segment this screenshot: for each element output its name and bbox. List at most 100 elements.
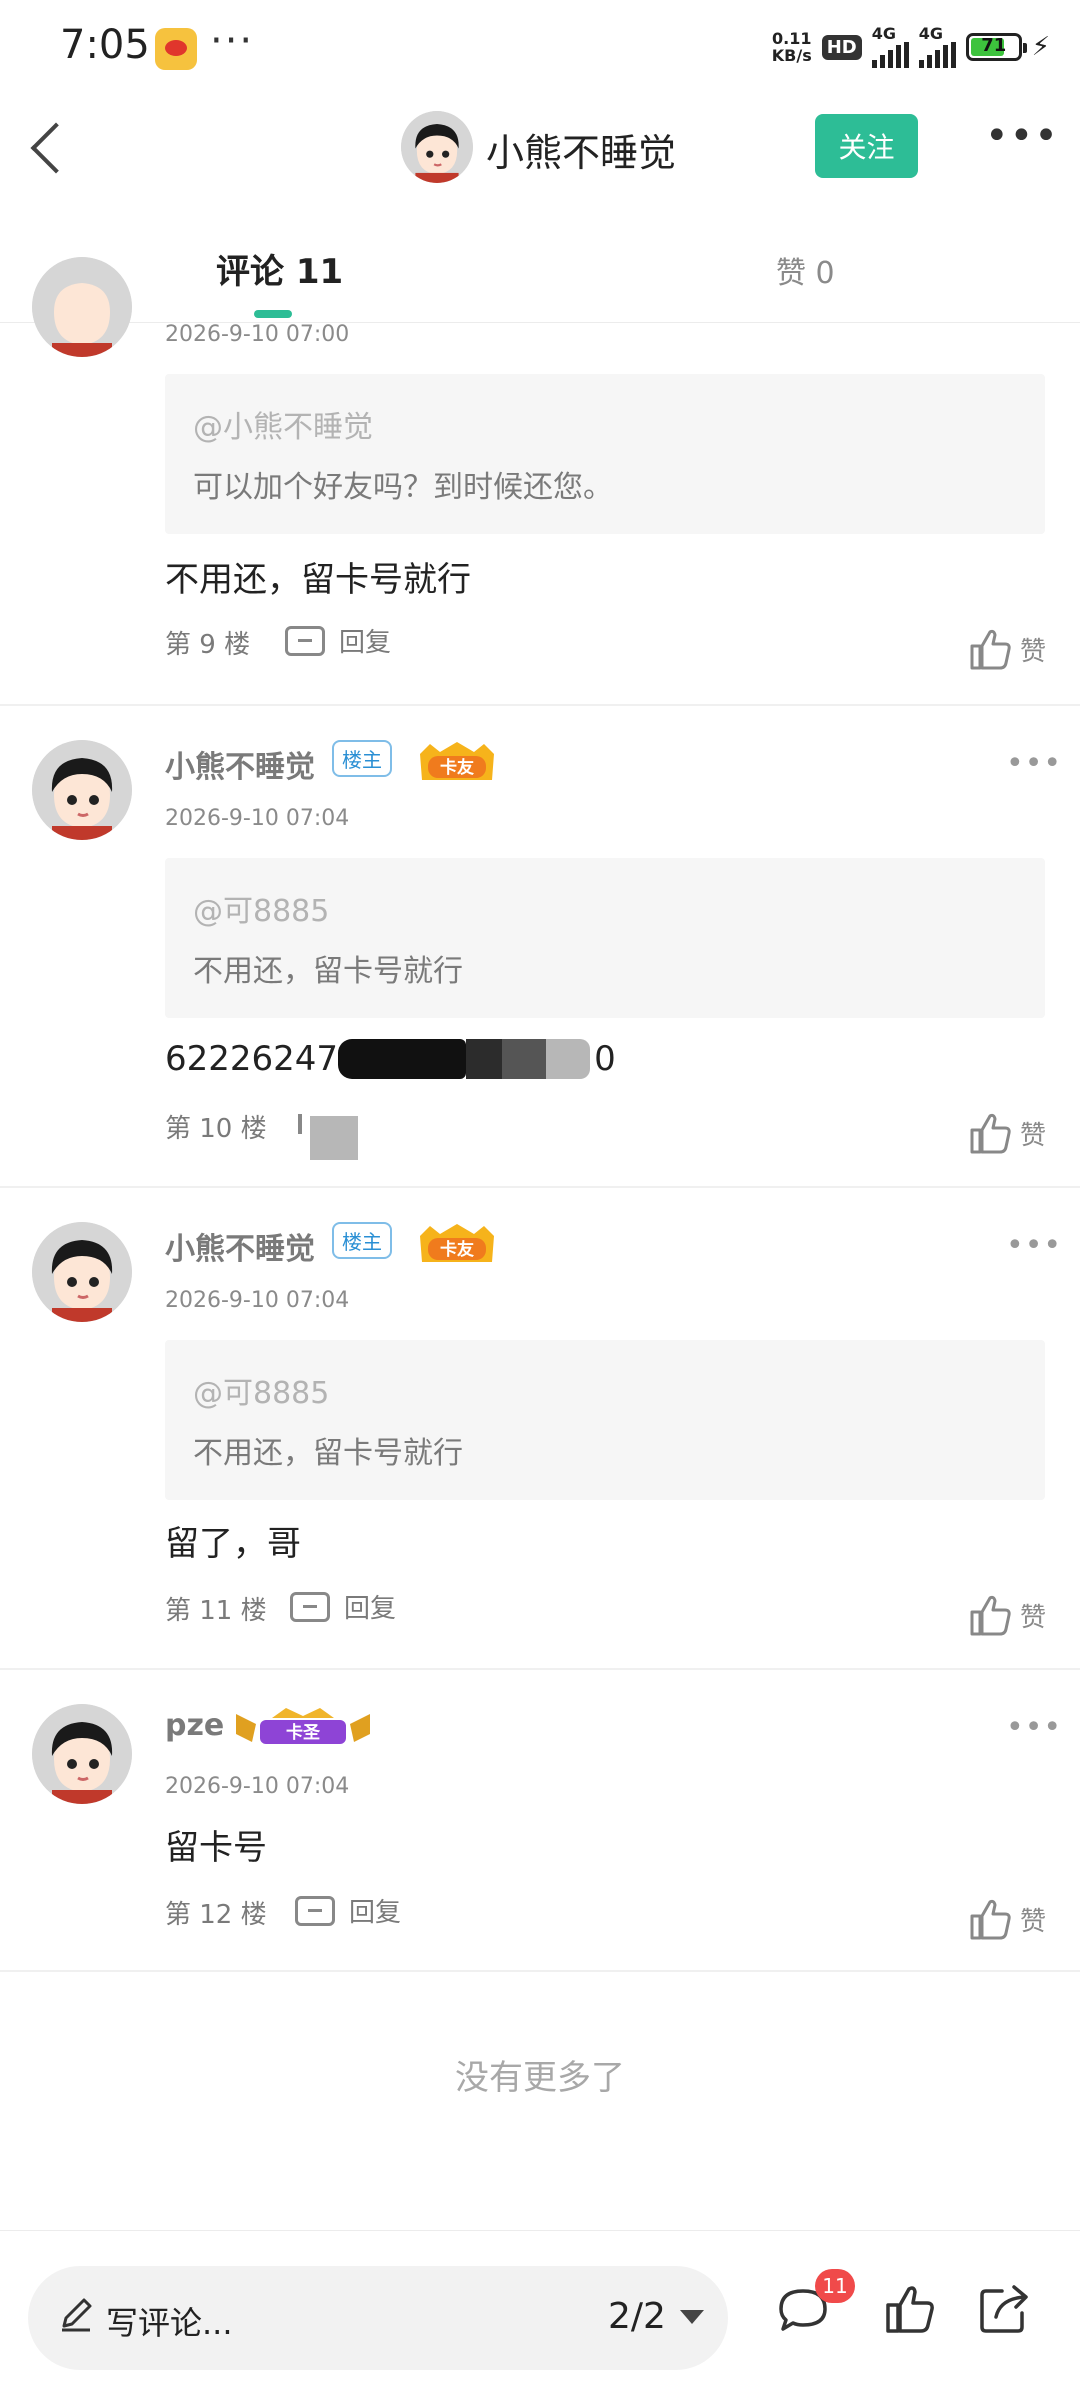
comment-username[interactable]: 小熊不睡觉: [165, 742, 315, 786]
comment-text-start: 62226247: [165, 1039, 339, 1079]
net-speed-unit: KB/s: [771, 46, 812, 65]
tab-bar: 评论 11 赞 0: [0, 232, 1080, 323]
back-arrow-icon[interactable]: [22, 116, 82, 176]
bottom-bar: 写评论... 2/2 11: [0, 2230, 1080, 2401]
header-username[interactable]: 小熊不睡觉: [486, 122, 676, 177]
comment-avatar[interactable]: [32, 257, 132, 357]
reply-label: 回复: [349, 1898, 402, 1928]
quote-mention[interactable]: @可8885: [193, 1368, 329, 1412]
tab-comments[interactable]: 评论 11: [216, 244, 343, 293]
status-bar: 7:05 ··· 0.11 KB/s HD 4G 4G 71 ⚡: [0, 0, 1080, 96]
comment-time: 2026-9-10 07:04: [165, 1774, 350, 1799]
comment-count-badge: 11: [815, 2269, 855, 2303]
reply-label: 回复: [339, 628, 392, 658]
comment-more-icon[interactable]: •••: [1006, 746, 1062, 781]
redacted-block: [298, 1114, 302, 1134]
like-button[interactable]: 赞: [966, 1108, 1046, 1158]
reply-button[interactable]: 回复: [295, 1892, 401, 1929]
reply-icon: [295, 1895, 335, 1926]
net-speed-value: 0.11: [771, 29, 812, 48]
top-nav-bar: 小熊不睡觉 关注 •••: [0, 96, 1080, 196]
comment-input-placeholder: 写评论...: [106, 2304, 233, 2342]
quoted-comment[interactable]: @可8885 不用还，留卡号就行: [165, 858, 1045, 1018]
signal-label: 4G: [871, 24, 896, 43]
svg-text:卡友: 卡友: [440, 1239, 474, 1260]
comment-avatar[interactable]: [32, 1704, 132, 1804]
thumbs-up-icon: [970, 1113, 1011, 1154]
comment-text: 留了，哥: [165, 1524, 301, 1564]
comment-input[interactable]: 写评论... 2/2: [28, 2266, 728, 2370]
host-badge: 楼主: [332, 740, 392, 777]
comment-more-icon[interactable]: •••: [1006, 1710, 1062, 1745]
comment-avatar[interactable]: [32, 740, 132, 840]
quoted-comment[interactable]: @可8885 不用还，留卡号就行: [165, 1340, 1045, 1500]
floor-number: 第 9 楼: [165, 630, 251, 660]
quote-text: 不用还，留卡号就行: [193, 1436, 463, 1471]
comment-time: 2026-9-10 07:04: [165, 806, 350, 831]
redacted-block: [338, 1039, 467, 1079]
share-icon[interactable]: [974, 2279, 1034, 2339]
quote-text: 不用还，留卡号就行: [193, 954, 463, 989]
follow-button[interactable]: 关注: [815, 114, 918, 178]
like-button[interactable]: 赞: [966, 1894, 1046, 1944]
level-badge: 卡友: [414, 740, 500, 784]
level-badge: 卡友: [414, 1222, 500, 1266]
hd-icon: HD: [821, 34, 862, 60]
signal-label-2: 4G: [918, 24, 943, 43]
page-selector[interactable]: 2/2: [608, 2296, 704, 2337]
battery-icon: 71: [965, 33, 1027, 61]
svg-text:卡圣: 卡圣: [286, 1722, 321, 1743]
signal-icon-2: 4G: [918, 24, 956, 68]
quote-mention[interactable]: @小熊不睡觉: [193, 402, 373, 446]
like-label: 赞: [1019, 1906, 1046, 1937]
comment-more-icon[interactable]: •••: [1006, 1228, 1062, 1263]
quote-text: 可以加个好友吗？到时候还您。: [193, 470, 613, 505]
reply-button[interactable]: 回复: [285, 622, 391, 659]
divider: [0, 1970, 1080, 1972]
comment-text-end: 0: [594, 1039, 616, 1079]
no-more-text: 没有更多了: [455, 2058, 625, 2098]
weibo-icon: [155, 28, 197, 70]
comment-avatar[interactable]: [32, 1222, 132, 1322]
header-avatar[interactable]: [401, 111, 473, 183]
like-label: 赞: [1019, 1602, 1046, 1633]
status-indicators: 0.11 KB/s HD 4G 4G 71 ⚡: [772, 26, 1050, 68]
like-label: 赞: [1019, 1120, 1046, 1151]
comment-item: 小熊不睡觉 楼主 卡友 ••• 2026-9-10 07:04 @可8885 不…: [0, 1188, 1080, 1668]
more-options-icon[interactable]: •••: [985, 116, 1058, 172]
reply-button[interactable]: 回复: [290, 1588, 396, 1625]
redacted-block: [310, 1116, 358, 1160]
comment-username[interactable]: 小熊不睡觉: [165, 1224, 315, 1268]
quote-mention[interactable]: @可8885: [193, 886, 329, 930]
comment-text: 留卡号: [165, 1828, 267, 1868]
comment-time: 2026-9-10 07:04: [165, 1288, 350, 1313]
quoted-comment[interactable]: @小熊不睡觉 可以加个好友吗？到时候还您。: [165, 374, 1045, 534]
battery-level: 71: [981, 35, 1007, 56]
comment-item: 2026-9-10 07:00 @小熊不睡觉 可以加个好友吗？到时候还您。 不用…: [0, 257, 1080, 704]
reply-label: 回复: [344, 1594, 397, 1624]
active-tab-indicator: [254, 310, 292, 318]
svg-text:卡友: 卡友: [440, 757, 474, 778]
reply-icon: [290, 1591, 330, 1622]
network-speed: 0.11 KB/s: [772, 30, 812, 64]
comment-text: 62226247 0: [165, 1036, 616, 1082]
thumbs-up-icon[interactable]: [880, 2279, 940, 2339]
status-time: 7:05: [60, 22, 150, 68]
comment-item: pze 卡圣 ••• 2026-9-10 07:04 留卡号 第 12 楼 回复…: [0, 1670, 1080, 1970]
thumbs-up-icon: [970, 1899, 1011, 1940]
tab-likes[interactable]: 赞 0: [776, 248, 835, 292]
status-more-dots: ···: [210, 18, 255, 64]
like-button[interactable]: 赞: [966, 1590, 1046, 1640]
like-button[interactable]: 赞: [966, 624, 1046, 674]
comment-time: 2026-9-10 07:00: [165, 322, 350, 347]
signal-icon: 4G: [871, 24, 909, 68]
thumbs-up-icon: [970, 629, 1011, 670]
charging-icon: ⚡: [1031, 32, 1050, 62]
caret-down-icon: [679, 2309, 704, 2324]
redacted-block: [546, 1039, 591, 1079]
comment-item: 小熊不睡觉 楼主 卡友 ••• 2026-9-10 07:04 @可8885 不…: [0, 706, 1080, 1186]
floor-number: 第 12 楼: [165, 1900, 267, 1930]
comment-username[interactable]: pze: [165, 1708, 224, 1743]
redacted-block: [502, 1039, 547, 1079]
pencil-icon: [62, 2298, 92, 2332]
